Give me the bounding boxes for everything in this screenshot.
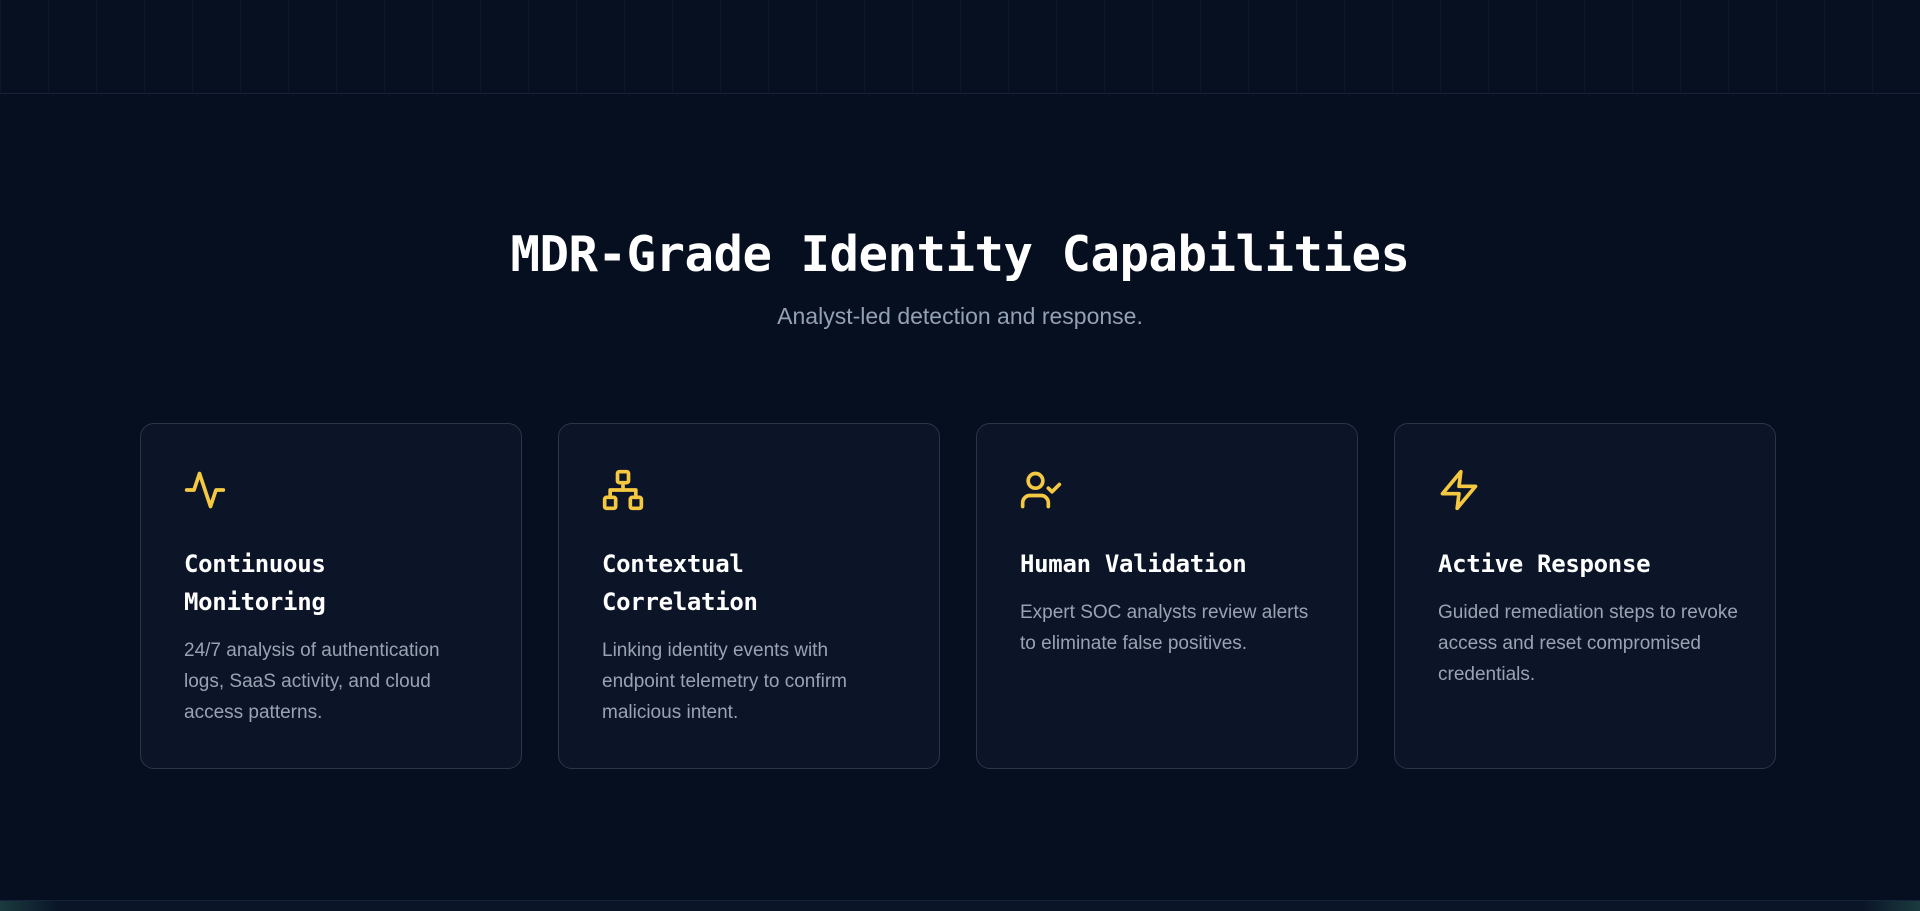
card-title: Contextual Correlation <box>602 545 902 621</box>
section-subheading: Analyst-led detection and response. <box>777 303 1143 329</box>
user-check-icon <box>1019 468 1063 512</box>
card-title: Continuous Monitoring <box>184 545 484 621</box>
card-description: Linking identity events with endpoint te… <box>602 640 848 723</box>
card-title-line: Human Validation <box>1020 550 1247 578</box>
card-description: 24/7 analysis of authentication logs, Sa… <box>184 640 440 723</box>
card-title-line: Active Response <box>1438 550 1651 578</box>
capability-card-human-validation: Human Validation Expert SOC analysts rev… <box>976 423 1358 769</box>
activity-icon <box>183 468 227 512</box>
lightning-icon <box>1437 468 1481 512</box>
card-title-line: Contextual <box>602 550 744 578</box>
card-description: Expert SOC analysts review alerts to eli… <box>1020 602 1309 654</box>
card-title-line: Monitoring <box>184 588 326 616</box>
capability-card-active-response: Active Response Guided remediation steps… <box>1394 423 1776 769</box>
card-title-line: Continuous <box>184 550 326 578</box>
card-title-line: Correlation <box>602 588 758 616</box>
card-description: Guided remediation steps to revoke acces… <box>1438 602 1738 685</box>
network-icon <box>601 468 645 512</box>
capability-card-contextual-correlation: Contextual Correlation Linking identity … <box>558 423 940 769</box>
top-grid-band <box>0 0 1920 94</box>
section-heading: MDR-Grade Identity Capabilities <box>510 226 1410 283</box>
next-section-edge <box>0 901 1920 911</box>
card-title: Active Response <box>1438 545 1738 583</box>
card-title: Human Validation <box>1020 545 1320 583</box>
capability-cards: Continuous Monitoring 24/7 analysis of a… <box>140 423 1778 771</box>
capability-card-continuous-monitoring: Continuous Monitoring 24/7 analysis of a… <box>140 423 522 769</box>
